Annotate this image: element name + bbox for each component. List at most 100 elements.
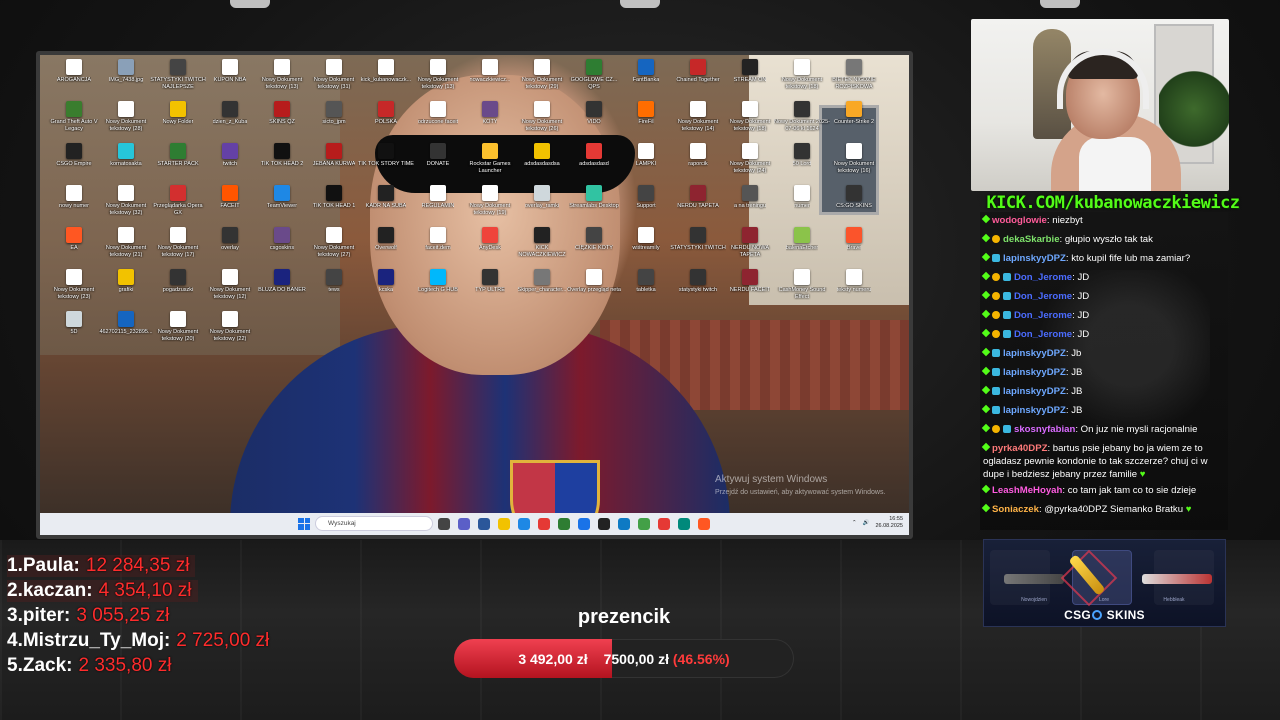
- desktop-icon[interactable]: FACEIT: [202, 185, 258, 210]
- chat-username[interactable]: Don_Jerome: [1014, 272, 1072, 283]
- desktop-icon[interactable]: nowaczkiewicz...: [462, 59, 518, 84]
- taskbar-app-icon[interactable]: [558, 517, 570, 530]
- desktop-icon[interactable]: KUPON NBA: [202, 59, 258, 84]
- desktop-icon[interactable]: a na treningu: [722, 185, 778, 210]
- desktop-icon[interactable]: CS:GO SKINS: [826, 185, 882, 210]
- desktop-icon[interactable]: numer: [774, 185, 830, 210]
- desktop-icon[interactable]: sicto_jpm: [306, 101, 362, 126]
- desktop-icon[interactable]: AnyDesk: [462, 227, 518, 252]
- desktop-icon[interactable]: NERDU FACEIT: [722, 269, 778, 294]
- desktop-icon[interactable]: raporcik: [670, 143, 726, 168]
- desktop-icon[interactable]: Nowy Dokument tekstowy (16): [826, 143, 882, 174]
- taskbar-app-icon[interactable]: [538, 517, 550, 530]
- desktop-icon[interactable]: Nowy Dokument tekstowy (17): [150, 227, 206, 258]
- desktop-icon[interactable]: tabletka: [618, 269, 674, 294]
- desktop-icon[interactable]: Nowy Dokument tekstowy (20): [150, 311, 206, 342]
- desktop-icon[interactable]: Skipper_character...: [514, 269, 570, 294]
- desktop-icon[interactable]: IMG_7438.jpg: [98, 59, 154, 84]
- start-button[interactable]: [298, 517, 310, 530]
- desktop-icon[interactable]: CSGO Empire: [46, 143, 102, 168]
- desktop-icon[interactable]: NERDU TAPETA: [670, 185, 726, 210]
- desktop-icon[interactable]: TeamViewer: [254, 185, 310, 210]
- desktop-icon[interactable]: GOOGLOWE CZ... QPS: [566, 59, 622, 90]
- desktop-icon[interactable]: EA: [46, 227, 102, 252]
- desktop-icon[interactable]: JEBANA KURWA: [306, 143, 362, 168]
- desktop-icon[interactable]: Rockstar Games Launcher: [462, 143, 518, 174]
- chat-username[interactable]: lapinskyyDPZ: [1003, 367, 1066, 378]
- desktop-icon[interactable]: teksty numeru: [826, 269, 882, 294]
- desktop-icon[interactable]: pogadzuszki: [150, 269, 206, 294]
- desktop-icon[interactable]: odrzucone faceit: [410, 101, 466, 126]
- chat-username[interactable]: Don_Jerome: [1014, 291, 1072, 302]
- taskbar-app-icon[interactable]: [698, 517, 710, 530]
- desktop-icon[interactable]: Grand Theft Auto V Legacy: [46, 101, 102, 132]
- taskbar-app-icon[interactable]: [618, 517, 630, 530]
- desktop-icon[interactable]: Nowy Dokument tekstowy (19): [462, 185, 518, 216]
- desktop-icon[interactable]: VIDO: [566, 101, 622, 126]
- taskbar-app-icon[interactable]: [438, 517, 450, 530]
- desktop-icon[interactable]: tews: [306, 269, 362, 294]
- desktop-icon[interactable]: faceit.dem: [410, 227, 466, 252]
- taskbar-app-icon[interactable]: [498, 517, 510, 530]
- desktop-icon[interactable]: STATYSTYKI TWITCH NAJLEPSZE: [150, 59, 206, 90]
- taskbar-app-icon[interactable]: [478, 517, 490, 530]
- desktop-icon[interactable]: dzien_z_Kuba: [202, 101, 258, 126]
- taskbar-app-icon[interactable]: [678, 517, 690, 530]
- chat-username[interactable]: wodoglowie: [992, 215, 1047, 226]
- desktop-icon[interactable]: Nowy Dokument tekstowy (28): [98, 101, 154, 132]
- desktop-icon[interactable]: twitch: [202, 143, 258, 168]
- chat-username[interactable]: Don_Jerome: [1014, 329, 1072, 340]
- desktop-icon[interactable]: Nowy Dokument tekstowy (24): [722, 143, 778, 174]
- chat-username[interactable]: pyrka40DPZ: [992, 443, 1047, 454]
- desktop-icon[interactable]: STATYSTYKI TWITCH: [670, 227, 726, 252]
- chat-username[interactable]: lapinskyyDPZ: [1003, 253, 1066, 264]
- chat-username[interactable]: Soniaczek: [992, 504, 1039, 515]
- desktop-icon[interactable]: csgoskins: [254, 227, 310, 252]
- desktop-icon[interactable]: KOTY: [462, 101, 518, 126]
- desktop-icon[interactable]: LAMPKI: [618, 143, 674, 168]
- desktop-icon[interactable]: Nowy Dokument tekstowy (13): [410, 59, 466, 90]
- desktop-icon[interactable]: CIĘŻKIE KOTY: [566, 227, 622, 252]
- desktop-icon[interactable]: 50 Lord: [774, 143, 830, 168]
- desktop-icon[interactable]: kcska: [358, 269, 414, 294]
- desktop-icon[interactable]: Nowy Dokument 2025-07-06 kl 1624: [774, 101, 830, 132]
- desktop-icon[interactable]: Nowy Folder: [150, 101, 206, 126]
- taskbar-app-icon[interactable]: [658, 517, 670, 530]
- volume-icon[interactable]: 🔊: [863, 520, 870, 526]
- desktop-icon[interactable]: TIK TOK HEAD 1: [306, 185, 362, 210]
- desktop-icon[interactable]: REGULAMIN: [410, 185, 466, 210]
- desktop-icon[interactable]: BLUZA DO BANER: [254, 269, 310, 294]
- desktop-icon[interactable]: Overwolf: [358, 227, 414, 252]
- desktop-icon[interactable]: 5D: [46, 311, 102, 336]
- desktop-icon[interactable]: STARTER PACK: [150, 143, 206, 168]
- chat-username[interactable]: skosnyfabian: [1014, 424, 1075, 435]
- taskbar-app-icon[interactable]: [598, 517, 610, 530]
- desktop-icon[interactable]: kornatosakta: [98, 143, 154, 168]
- desktop-icon[interactable]: BIETEK NIGDZIE ROZPISKOWA: [826, 59, 882, 90]
- chat-username[interactable]: lapinskyyDPZ: [1003, 348, 1066, 359]
- desktop-icon[interactable]: DONATE: [410, 143, 466, 168]
- desktop-icon[interactable]: statystyki twitch: [670, 269, 726, 294]
- desktop-icon[interactable]: Nowy Dokument tekstowy (23): [46, 269, 102, 300]
- desktop-icon[interactable]: Support: [618, 185, 674, 210]
- taskbar-app-icon[interactable]: [458, 517, 470, 530]
- desktop-icon[interactable]: overlay_ramki: [514, 185, 570, 210]
- desktop-icon[interactable]: overlay: [202, 227, 258, 252]
- chat-username[interactable]: lapinskyyDPZ: [1003, 405, 1066, 416]
- taskbar-app-icon[interactable]: [638, 517, 650, 530]
- desktop-icon[interactable]: Nowy Dokument tekstowy (13): [254, 59, 310, 90]
- taskbar-clock[interactable]: 16:55 26.08.2025: [875, 516, 903, 530]
- desktop-icon[interactable]: Nowy Dokument tekstowy (14): [670, 101, 726, 132]
- chat-username[interactable]: dekaSkarbie: [1003, 234, 1060, 245]
- desktop-icon[interactable]: Nowy Dokument tekstowy (18): [774, 59, 830, 90]
- desktop-icon[interactable]: Overlay przegląd neta: [566, 269, 622, 294]
- desktop-icon[interactable]: FantBanka: [618, 59, 674, 84]
- taskbar-app-icon[interactable]: [578, 517, 590, 530]
- desktop-icon[interactable]: Logitech G HUB: [410, 269, 466, 294]
- taskbar-search[interactable]: Wyszukaj: [315, 516, 433, 531]
- desktop-icon[interactable]: POLSKA: [358, 101, 414, 126]
- desktop-icon[interactable]: Streamlabs Desktop: [566, 185, 622, 210]
- desktop-icon[interactable]: balenaEtcher: [774, 227, 830, 252]
- desktop-icon[interactable]: KICK NOWACZKIEWICZ: [514, 227, 570, 258]
- up-arrow-icon[interactable]: ⌃: [852, 520, 857, 526]
